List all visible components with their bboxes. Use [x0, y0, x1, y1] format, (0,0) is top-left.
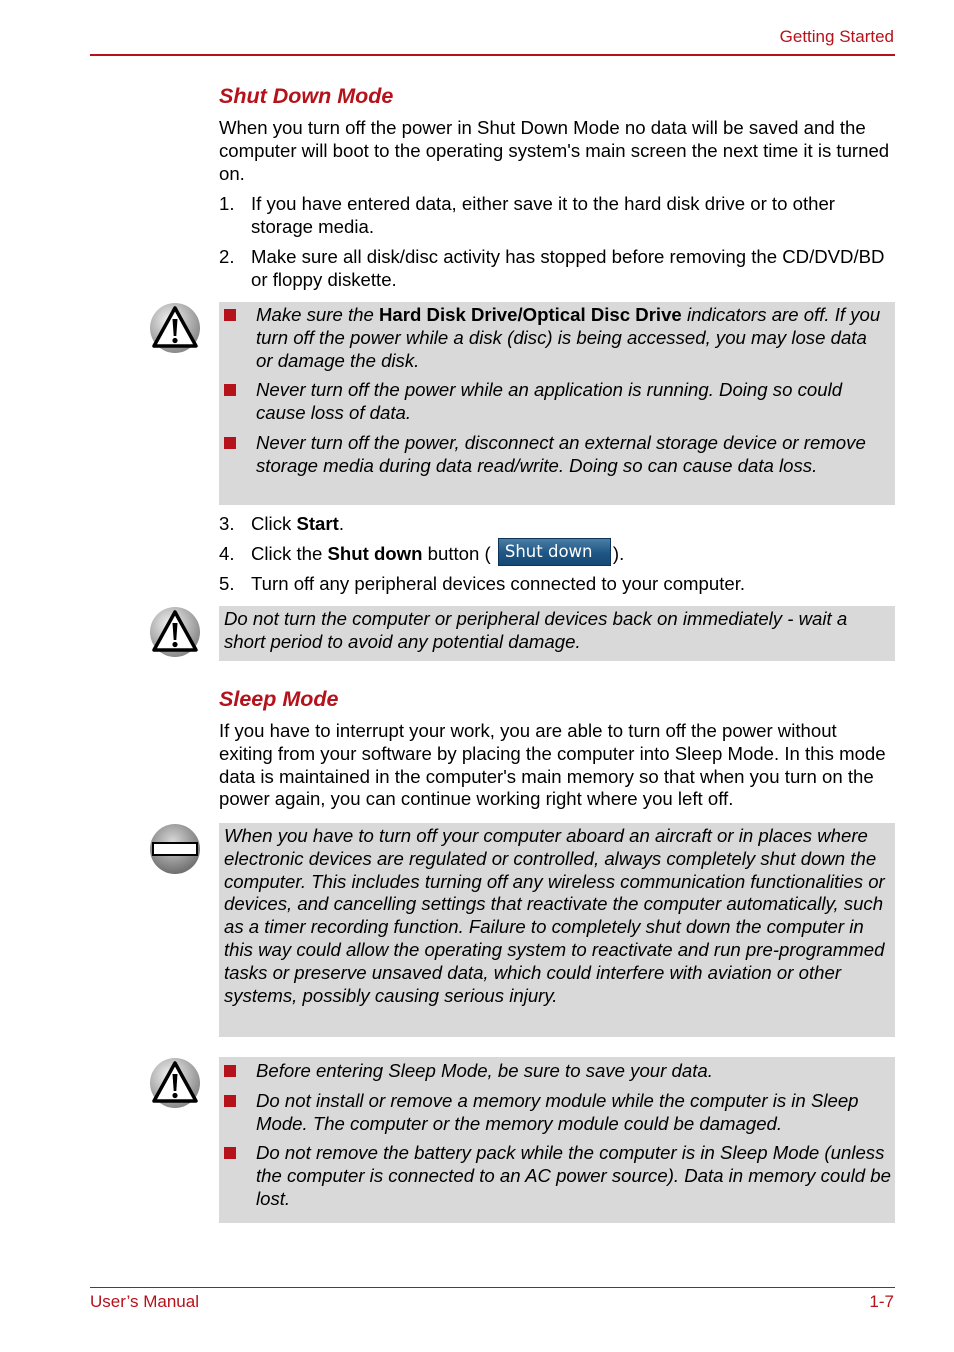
prohibited-box-aircraft: When you have to turn off your computer … [219, 823, 895, 1037]
step-number: 2. [219, 245, 235, 267]
sleep-heading: Sleep Mode [219, 687, 339, 711]
bullet-square-icon [224, 1147, 236, 1160]
step-item: 4. Click the Shut down button ( Shut down… [219, 537, 895, 566]
shutdown-steps: 1. If you have entered data, either save … [219, 193, 895, 291]
caution-text: Before entering Sleep Mode, be sure to s… [256, 1060, 713, 1081]
shutdown-intro: When you turn off the power in Shut Down… [219, 117, 890, 184]
caution-text: Do not install or remove a memory module… [256, 1089, 859, 1134]
warning-triangle-icon [150, 303, 200, 353]
step-number: 4. [219, 542, 235, 564]
bullet-square-icon [224, 1094, 236, 1107]
shutdown-heading: Shut Down Mode [219, 84, 394, 108]
prohibited-icon [150, 824, 200, 874]
caution-text: Never turn off the power while an applic… [256, 379, 843, 424]
caution-bold-text: Hard Disk Drive/Optical Disc Drive [378, 304, 682, 325]
bullet-square-icon [224, 384, 236, 397]
shutdown-section: Shut Down Mode When you turn off the pow… [219, 84, 895, 292]
page-number: 1-7 [869, 1292, 894, 1311]
caution-item: Never turn off the power while an applic… [219, 379, 887, 425]
step-item: 5. Turn off any peripheral devices connec… [219, 573, 895, 596]
footer-manual-title: User’s Manual [90, 1292, 199, 1311]
caution-box-restart: Do not turn the computer or peripheral d… [219, 606, 895, 661]
shut-down-button-image: Shut down [497, 537, 611, 566]
bullet-square-icon [224, 1065, 236, 1077]
step-text: Turn off any peripheral devices connecte… [251, 572, 746, 594]
warning-triangle-icon [150, 607, 200, 657]
step-text: . [338, 513, 344, 534]
caution-item: Do not install or remove a memory module… [219, 1090, 891, 1136]
header-divider [90, 54, 895, 56]
step-text: Click [251, 513, 297, 534]
step-item: 1. If you have entered data, either save … [219, 193, 895, 239]
step-bold-text: Shut down [327, 542, 423, 564]
sleep-section: Sleep Mode If you have to interrupt your… [219, 687, 895, 811]
running-header: Getting Started [779, 27, 894, 46]
bullet-square-icon [224, 309, 236, 321]
shutdown-steps-continued: 3. Click Start. 4. Click the Shut down but… [219, 513, 895, 596]
caution-item: Make sure the Hard Disk Drive/Optical Di… [219, 304, 887, 372]
bullet-square-icon [224, 436, 236, 449]
caution-box-sleep: Before entering Sleep Mode, be sure to s… [219, 1057, 895, 1223]
step-text: ). [612, 542, 625, 564]
step-text: Click the [251, 542, 328, 564]
step-number: 1. [219, 193, 235, 215]
caution-text: Do not remove the battery pack while the… [256, 1142, 891, 1209]
step-bold-text: Start [296, 513, 339, 534]
warning-triangle-icon [150, 1058, 200, 1108]
step-number: 3. [219, 513, 235, 534]
caution-text: Make sure the [256, 304, 379, 325]
step-number: 5. [219, 572, 235, 594]
caution-text: Never turn off the power, disconnect an … [256, 431, 866, 476]
caution-item: Before entering Sleep Mode, be sure to s… [219, 1060, 891, 1083]
caution-item: Never turn off the power, disconnect an … [219, 432, 887, 478]
caution-box-disk: Make sure the Hard Disk Drive/Optical Di… [219, 302, 895, 505]
footer-divider [90, 1287, 895, 1288]
step-item: 3. Click Start. [219, 513, 895, 536]
sleep-intro: If you have to interrupt your work, you … [219, 720, 886, 810]
step-item: 2. Make sure all disk/disc activity has s… [219, 246, 895, 292]
caution-item: Do not remove the battery pack while the… [219, 1142, 891, 1210]
step-text: Make sure all disk/disc activity has sto… [251, 245, 885, 290]
step-text: If you have entered data, either save it… [251, 193, 835, 238]
step-text: button ( [422, 542, 496, 564]
